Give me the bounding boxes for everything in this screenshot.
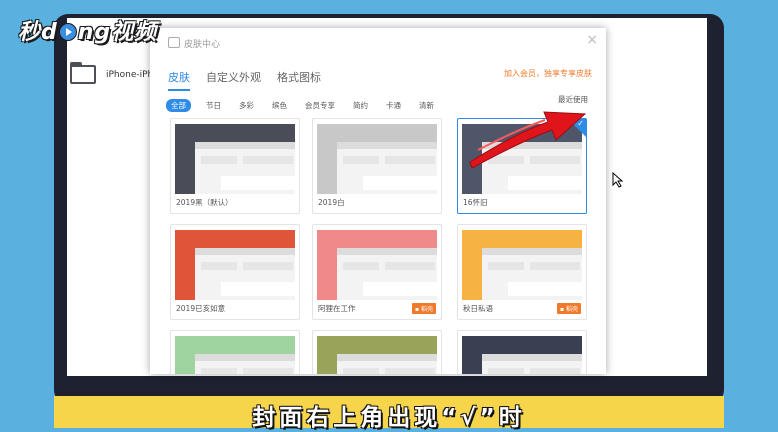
check-icon: ✓ — [577, 119, 584, 128]
skin-thumbnail — [175, 124, 295, 194]
filter-all[interactable]: 全部 — [166, 99, 191, 112]
skin-thumbnail — [317, 336, 437, 374]
dialog-title: 皮肤中心 — [168, 37, 220, 50]
vip-join-link[interactable]: 加入会员，独享专享皮肤 — [504, 68, 592, 79]
filter-cartoon[interactable]: 卡通 — [383, 99, 404, 112]
tab-skin[interactable]: 皮肤 — [168, 69, 190, 91]
skin-card[interactable]: 16怀旧 ✓ — [457, 118, 587, 214]
subtitle-text: 封面右上角出现“√”时 — [252, 405, 526, 431]
skin-thumbnail — [462, 124, 582, 194]
docer-badge: ▪ 稻壳 — [557, 303, 581, 314]
docer-badge: ▪ 稻壳 — [412, 303, 436, 314]
filter-bar: 全部 节日 多彩 缤色 会员专享 简约 卡通 清新 — [166, 93, 449, 112]
skin-thumbnail — [462, 230, 582, 300]
skin-thumbnail — [175, 230, 295, 300]
folder-icon[interactable] — [70, 62, 96, 84]
play-icon — [58, 23, 77, 41]
filter-vip[interactable]: 会员专享 — [302, 99, 338, 112]
tab-bar: 皮肤 自定义外观 格式图标 — [168, 66, 337, 91]
skin-center-dialog: 皮肤中心 × 皮肤 自定义外观 格式图标 加入会员，独享专享皮肤 全部 节日 多彩 缤色会… — [150, 28, 606, 374]
subtitle-bar: 封面右上角出现“√”时 — [54, 396, 724, 431]
skin-card[interactable]: 2019黑（默认） — [170, 118, 300, 214]
shirt-icon — [168, 37, 180, 48]
watermark-logo: 秒d ng视频 — [18, 20, 158, 45]
skin-card[interactable] — [457, 330, 587, 374]
filter-fresh[interactable]: 清新 — [416, 99, 437, 112]
skin-card[interactable] — [312, 330, 442, 374]
skin-thumbnail — [462, 336, 582, 374]
skin-caption: 2019白 — [318, 198, 345, 207]
close-button[interactable]: × — [586, 32, 598, 48]
mouse-cursor-icon — [612, 172, 624, 188]
skin-card[interactable]: 2019白 — [312, 118, 442, 214]
filter-simple[interactable]: 简约 — [350, 99, 371, 112]
tab-format-icons[interactable]: 格式图标 — [277, 69, 321, 89]
filter-color[interactable]: 缤色 — [269, 99, 290, 112]
filter-colorful[interactable]: 多彩 — [236, 99, 257, 112]
tab-custom-appearance[interactable]: 自定义外观 — [206, 69, 261, 89]
skin-thumbnail — [317, 230, 437, 300]
skin-card[interactable]: 阿狸在工作 ▪ 稻壳 — [312, 224, 442, 320]
skin-card[interactable] — [170, 330, 300, 374]
skin-caption: 16怀旧 — [463, 198, 488, 207]
filter-festival[interactable]: 节日 — [203, 99, 224, 112]
skin-thumbnail — [317, 124, 437, 194]
skin-caption: 秋日私语 — [463, 304, 493, 313]
skin-caption: 2019已亥如意 — [176, 304, 226, 313]
skin-caption: 2019黑（默认） — [176, 198, 233, 207]
skin-caption: 阿狸在工作 — [318, 304, 356, 313]
skin-card[interactable]: 秋日私语 ▪ 稻壳 — [457, 224, 587, 320]
recent-used-link[interactable]: 最近使用 — [558, 94, 588, 105]
skin-card[interactable]: 2019已亥如意 — [170, 224, 300, 320]
skin-thumbnail — [175, 336, 295, 374]
